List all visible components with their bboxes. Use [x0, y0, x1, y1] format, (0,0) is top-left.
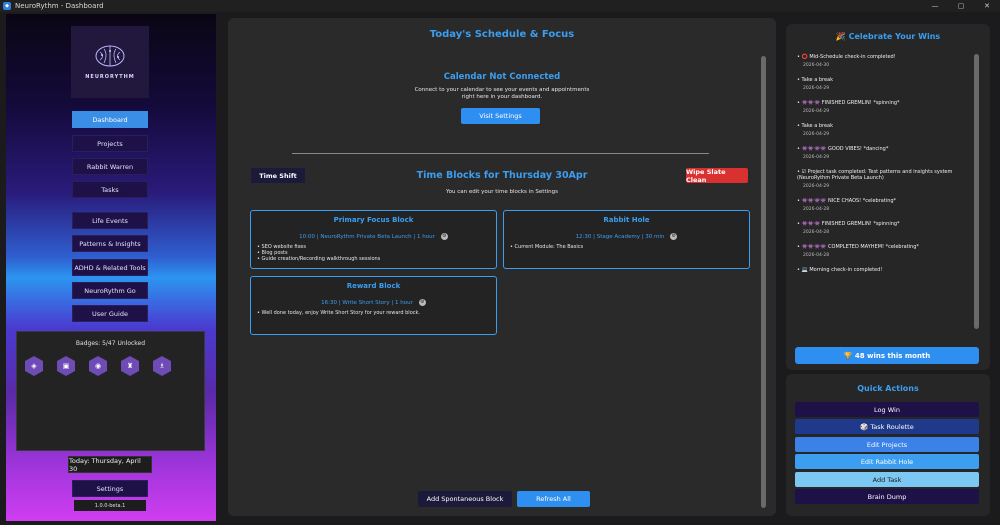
win-item: • 👾👾👾 FINISHED GREMLIN! *spinning*: [797, 100, 900, 106]
brain-icon: [95, 45, 125, 67]
logo: NEURORYTHM: [71, 26, 149, 98]
block-title: Reward Block: [346, 282, 401, 290]
task-roulette-button[interactable]: 🎲 Task Roulette: [795, 419, 979, 434]
close-button[interactable]: ✕: [974, 0, 1000, 12]
win-item: • ⭕ Mid-Schedule check-in completed!: [797, 54, 896, 60]
badge-icon[interactable]: ◈: [25, 356, 43, 376]
win-date: 2026-04-30: [803, 63, 830, 68]
maximize-button[interactable]: ▢: [948, 0, 974, 12]
badges-title: Badges: 5/47 Unlocked: [75, 340, 146, 347]
nav-user-guide[interactable]: User Guide: [72, 305, 148, 322]
block-title: Rabbit Hole: [603, 216, 650, 224]
settings-button[interactable]: Settings: [72, 480, 148, 497]
calendar-message-line1: Connect to your calendar to see your eve…: [414, 87, 590, 93]
win-date: 2026-04-29: [803, 184, 830, 189]
block-item: • Guide creation/Recording walkthrough s…: [257, 256, 381, 262]
add-spontaneous-block-button[interactable]: Add Spontaneous Block: [418, 491, 512, 507]
primary-focus-block[interactable]: Primary Focus Block 10:00 | NeuroRythm P…: [250, 210, 497, 269]
window-title: NeuroRythm - Dashboard: [15, 2, 104, 10]
add-task-button[interactable]: Add Task: [795, 472, 979, 487]
visit-settings-button[interactable]: Visit Settings: [461, 108, 540, 124]
wins-title: 🎉 Celebrate Your Wins: [835, 32, 941, 41]
wipe-slate-button[interactable]: Wipe Slate Clean: [686, 168, 748, 184]
gear-icon[interactable]: ⚙: [670, 233, 678, 240]
nav-projects[interactable]: Projects: [72, 135, 148, 152]
badge-icon[interactable]: ▣: [57, 356, 75, 376]
logo-text: NEURORYTHM: [85, 74, 135, 80]
win-item: • ☑ Project task completed: Test pattern…: [797, 169, 953, 181]
app-icon: ◆: [3, 2, 11, 10]
win-item: • Take a break: [797, 77, 834, 83]
version-label: 1.0.0-beta.1: [74, 500, 146, 511]
gear-icon[interactable]: ⚙: [418, 299, 426, 306]
quick-actions-title: Quick Actions: [857, 384, 919, 393]
time-blocks-subtitle: You can edit your time blocks in Setting…: [446, 189, 558, 195]
win-item: • 👾👾👾👾 GOOD VIBES! *dancing*: [797, 146, 889, 152]
divider: [292, 153, 709, 154]
edit-projects-button[interactable]: Edit Projects: [795, 437, 979, 452]
win-item: • 👾👾👾👾 COMPLETED MAYHEM! *celebrating*: [797, 244, 919, 250]
nav-adhd-tools[interactable]: ADHD & Related Tools: [72, 259, 148, 276]
win-date: 2026-04-28: [803, 230, 830, 235]
nav-patterns-insights[interactable]: Patterns & Insights: [72, 235, 148, 252]
title-bar: ◆ NeuroRythm - Dashboard — ▢ ✕: [0, 0, 1000, 12]
schedule-panel: Today's Schedule & Focus Calendar Not Co…: [228, 18, 776, 516]
quick-actions-panel: Quick Actions Log Win 🎲 Task Roulette Ed…: [786, 374, 990, 516]
nav-dashboard[interactable]: Dashboard: [72, 111, 148, 128]
block-item: • Current Module: The Basics: [510, 244, 584, 250]
nav-tasks[interactable]: Tasks: [72, 181, 148, 198]
center-scrollbar[interactable]: [761, 56, 766, 508]
calendar-message-line2: right here in your dashboard.: [461, 94, 543, 100]
brain-dump-button[interactable]: Brain Dump: [795, 489, 979, 504]
win-date: 2026-04-29: [803, 155, 830, 160]
nav-life-events[interactable]: Life Events: [72, 212, 148, 229]
today-date: Today: Thursday, April 30: [68, 456, 152, 473]
win-item: • 👾👾👾 FINISHED GREMLIN! *spinning*: [797, 221, 900, 227]
win-date: 2026-04-28: [803, 207, 830, 212]
win-date: 2026-04-29: [803, 109, 830, 114]
block-item: • Well done today, enjoy Write Short Sto…: [257, 310, 420, 316]
wins-count-badge: 🏆 48 wins this month: [795, 347, 979, 364]
wins-panel: 🎉 Celebrate Your Wins • ⭕ Mid-Schedule c…: [786, 24, 990, 370]
log-win-button[interactable]: Log Win: [795, 402, 979, 417]
rabbit-hole-block[interactable]: Rabbit Hole 12:30 | Stage Academy | 30 m…: [503, 210, 750, 269]
nav-neurorythm-go[interactable]: NeuroRythm Go: [72, 282, 148, 299]
center-scroll-thumb[interactable]: [761, 56, 766, 508]
badge-icon[interactable]: ♜: [121, 356, 139, 376]
edit-rabbit-hole-button[interactable]: Edit Rabbit Hole: [795, 454, 979, 469]
wins-scrollbar[interactable]: [974, 54, 979, 329]
minimize-button[interactable]: —: [922, 0, 948, 12]
block-title: Primary Focus Block: [333, 216, 414, 224]
refresh-all-button[interactable]: Refresh All: [517, 491, 590, 507]
sidebar: NEURORYTHM Dashboard Projects Rabbit War…: [6, 14, 216, 521]
gear-icon[interactable]: ⚙: [440, 233, 448, 240]
calendar-title: Calendar Not Connected: [443, 72, 561, 82]
page-title: Today's Schedule & Focus: [429, 29, 575, 40]
win-date: 2026-04-29: [803, 132, 830, 137]
wins-list: • ⭕ Mid-Schedule check-in completed! 202…: [797, 54, 969, 276]
reward-block[interactable]: Reward Block 16:30 | Write Short Story |…: [250, 276, 497, 335]
badge-icon[interactable]: ♗: [153, 356, 171, 376]
badges-panel: Badges: 5/47 Unlocked ◈ ▣ ◉ ♜ ♗: [16, 331, 205, 451]
block-meta: 10:00 | NeuroRythm Private Beta Launch |…: [299, 234, 435, 240]
wins-scroll-thumb[interactable]: [974, 54, 979, 329]
nav-rabbit-warren[interactable]: Rabbit Warren: [72, 158, 148, 175]
win-item: • 💻 Morning check-in completed!: [797, 267, 883, 273]
win-date: 2026-04-29: [803, 86, 830, 91]
block-meta: 16:30 | Write Short Story | 1 hour: [321, 300, 413, 306]
win-item: • Take a break: [797, 123, 834, 129]
win-date: 2026-04-28: [803, 253, 830, 258]
win-item: • 👾👾👾👾 NICE CHAOS! *celebrating*: [797, 198, 897, 204]
block-meta: 12:30 | Stage Academy | 30 min: [575, 234, 665, 240]
badge-icon[interactable]: ◉: [89, 356, 107, 376]
